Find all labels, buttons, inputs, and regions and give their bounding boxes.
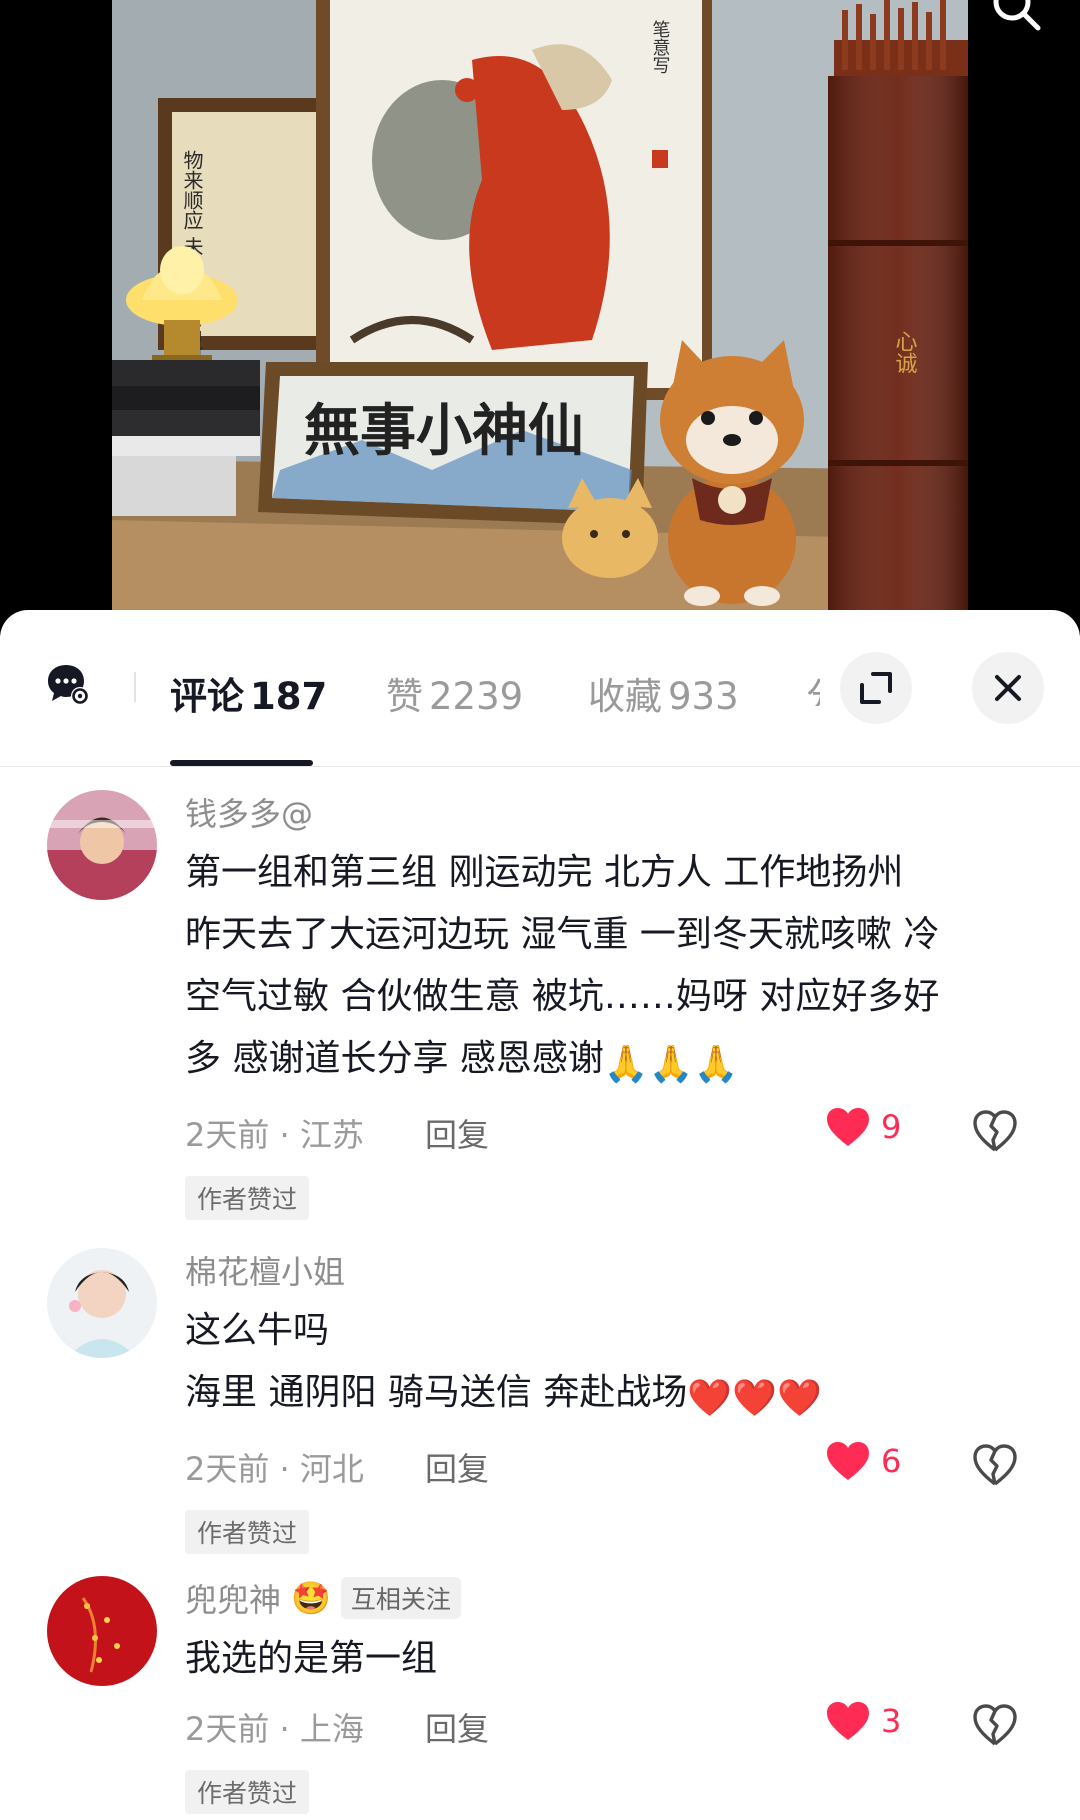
expand-button[interactable] [840,652,912,724]
star-struck-emoji: 🤩 [291,1579,331,1617]
dislike-button[interactable] [972,1108,1018,1154]
svg-text:笔意写: 笔意写 [650,20,671,74]
username-text: 棉花檀小姐 [185,1253,346,1291]
comment-time-location: 2天前 · 江苏 [185,1116,364,1154]
mutual-follow-badge: 互相关注 [340,1577,461,1619]
like-count: 9 [881,1108,902,1146]
close-icon [995,675,1021,701]
comment-meta: 2天前 · 河北 回复 6 [185,1440,1040,1490]
heart-filled-icon [827,1702,869,1740]
dislike-button[interactable] [972,1702,1018,1748]
comment-line: 昨天去了大运河边玩 湿气重 一到冬天就咳嗽 冷 [185,914,940,955]
video-area[interactable]: 物来顺应 未来不迎 当时不杂 既过不恋 [0,0,1080,620]
chat-settings-icon[interactable] [46,662,90,706]
comment-time-location: 2天前 · 河北 [185,1450,364,1488]
tab-favorites-label: 收藏 [588,675,662,718]
comment-body: 棉花檀小姐 这么牛吗 海里 通阴阳 骑马送信 奔赴战场❤️❤️❤️ 2天前 · … [185,1248,1040,1554]
like-count: 6 [881,1442,902,1480]
plaque-text: 無事小神仙 [304,398,584,464]
comment-body: 钱多多@ 第一组和第三组 刚运动完 北方人 工作地扬州 昨天去了大运河边玩 湿气… [185,790,1040,1220]
pray-emoji: 🙏🙏🙏 [603,1044,739,1085]
like-button[interactable]: 9 [825,1106,901,1148]
author-liked-badge: 作者赞过 [185,1770,310,1814]
comment-text: 第一组和第三组 刚运动完 北方人 工作地扬州 昨天去了大运河边玩 湿气重 一到冬… [185,842,1040,1096]
reply-button[interactable]: 回复 [425,1704,489,1750]
heart-emoji: ❤️❤️❤️ [687,1378,822,1419]
username-text: 钱多多@ [185,795,314,833]
comment-username[interactable]: 兜兜神 🤩 互相关注 [185,1576,1040,1620]
avatar[interactable] [47,1248,157,1358]
heart-filled-icon [827,1108,869,1146]
avatar[interactable] [47,790,157,900]
comment-username[interactable]: 钱多多@ [185,790,1040,834]
heart-filled-icon [827,1442,869,1480]
comment-meta: 2天前 · 上海 回复 3 [185,1700,1040,1750]
tab-separator [134,672,136,702]
comment-text: 我选的是第一组 [185,1628,1040,1690]
tab-likes-label: 赞 [386,675,423,718]
expand-icon [860,672,892,704]
close-button[interactable] [972,652,1044,724]
comment-line: 我选的是第一组 [185,1638,438,1679]
comment-meta: 2天前 · 江苏 回复 9 [185,1106,1040,1156]
comment-body: 兜兜神 🤩 互相关注 我选的是第一组 2天前 · 上海 回复 3 作者赞过 [185,1576,1040,1814]
search-icon[interactable] [988,0,1044,34]
jar-text: 心诚 [892,330,918,374]
video-frame: 物来顺应 未来不迎 当时不杂 既过不恋 [112,0,968,620]
broken-heart-icon [973,1704,1017,1746]
comment-text: 这么牛吗 海里 通阴阳 骑马送信 奔赴战场❤️❤️❤️ [185,1300,1040,1430]
tab-favorites[interactable]: 收藏 933 [588,666,739,720]
reply-button[interactable]: 回复 [425,1444,489,1490]
tab-comments[interactable]: 评论 187 [170,666,327,720]
reply-button[interactable]: 回复 [425,1110,489,1156]
zhongkui-painting: 笔意写 [316,0,712,400]
broken-heart-icon [973,1444,1017,1486]
author-liked-badge: 作者赞过 [185,1176,310,1220]
still-life-photo: 物来顺应 未来不迎 当时不杂 既过不恋 [112,0,968,620]
like-button[interactable]: 6 [825,1440,901,1482]
username-text: 兜兜神 [185,1581,282,1619]
avatar[interactable] [47,1576,157,1686]
comment-line: 这么牛吗 [185,1310,330,1351]
dislike-button[interactable] [972,1442,1018,1488]
tab-comments-label: 评论 [170,675,244,718]
comment-sheet: 评论 187 赞 2239 收藏 933 分 [0,610,1080,1820]
comment-line: 海里 通阴阳 骑马送信 奔赴战场 [185,1372,688,1413]
bamboo-jar: 心诚 [828,0,968,620]
comment-tabbar: 评论 187 赞 2239 收藏 933 分 [0,610,1080,767]
like-button[interactable]: 3 [825,1700,901,1742]
tab-comments-count: 187 [250,675,328,718]
broken-heart-icon [973,1110,1017,1152]
comment-line: 多 感谢道长分享 感恩感谢 [185,1038,604,1079]
comment-line: 第一组和第三组 刚运动完 北方人 工作地扬州 [185,852,904,893]
like-count: 3 [881,1702,902,1740]
comment-time-location: 2天前 · 上海 [185,1710,364,1748]
comment-line: 空气过敏 合伙做生意 被坑……妈呀 对应好多好 [185,976,940,1017]
comment-username[interactable]: 棉花檀小姐 [185,1248,1040,1292]
tab-likes-count: 2239 [429,675,524,718]
active-tab-indicator [170,760,313,766]
author-liked-badge: 作者赞过 [185,1510,310,1554]
tab-likes[interactable]: 赞 2239 [386,666,523,720]
tab-partial[interactable]: 分 [806,666,820,706]
tab-favorites-count: 933 [668,675,739,718]
